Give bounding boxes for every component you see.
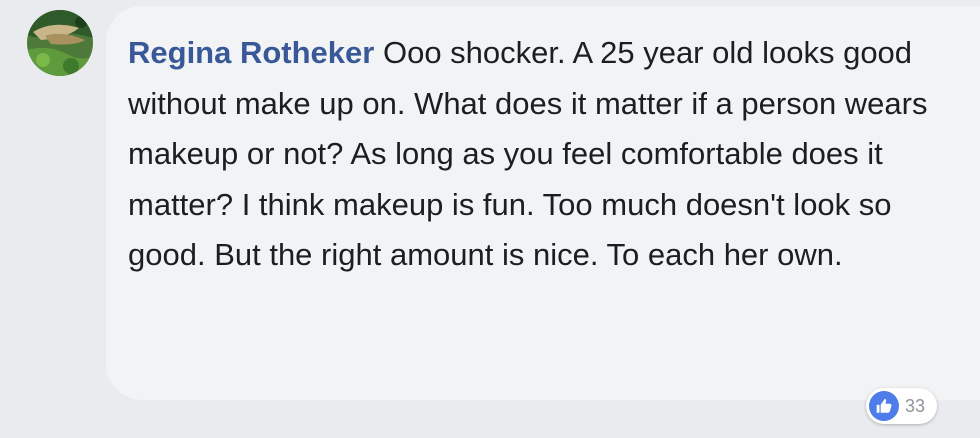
reaction-summary[interactable]: 33: [866, 388, 938, 424]
comment-text: Ooo shocker. A 25 year old looks good wi…: [128, 35, 928, 272]
comment-author-link[interactable]: Regina Rotheker: [128, 35, 374, 70]
avatar-image: [27, 10, 93, 76]
like-icon: [869, 391, 899, 421]
comment-bubble: Regina Rotheker Ooo shocker. A 25 year o…: [106, 6, 980, 400]
comment-body: Regina Rotheker Ooo shocker. A 25 year o…: [128, 28, 964, 281]
like-count: 33: [905, 395, 926, 416]
avatar[interactable]: [27, 10, 93, 76]
